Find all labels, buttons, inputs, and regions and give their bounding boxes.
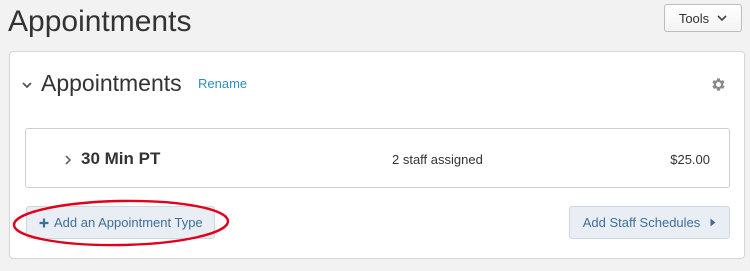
chevron-down-icon — [717, 14, 727, 21]
chevron-down-icon[interactable] — [20, 78, 34, 92]
tools-dropdown-button[interactable]: Tools — [664, 4, 742, 32]
gear-icon[interactable] — [710, 76, 727, 93]
tools-button-label: Tools — [678, 10, 710, 26]
appointments-panel: Appointments Rename 30 Min PT 2 staff as… — [9, 51, 745, 259]
add-appointment-type-label: Add an Appointment Type — [54, 215, 203, 230]
page-title: Appointments — [8, 5, 192, 38]
add-staff-schedules-button[interactable]: Add Staff Schedules — [569, 206, 730, 239]
appointment-price: $25.00 — [670, 152, 710, 167]
plus-icon — [39, 218, 49, 227]
add-staff-schedules-label: Add Staff Schedules — [582, 215, 701, 230]
appointments-page: Appointments Tools Appointments Rename 3… — [0, 0, 750, 271]
appointment-type-row[interactable]: 30 Min PT 2 staff assigned $25.00 — [25, 128, 730, 188]
section-title: Appointments — [41, 70, 182, 96]
staff-assigned-count: 2 staff assigned — [392, 152, 483, 167]
rename-link[interactable]: Rename — [198, 76, 247, 92]
appointment-type-name: 30 Min PT — [81, 149, 161, 168]
chevron-right-icon — [65, 155, 72, 165]
caret-right-icon — [710, 218, 716, 227]
add-appointment-type-button[interactable]: Add an Appointment Type — [26, 206, 215, 239]
